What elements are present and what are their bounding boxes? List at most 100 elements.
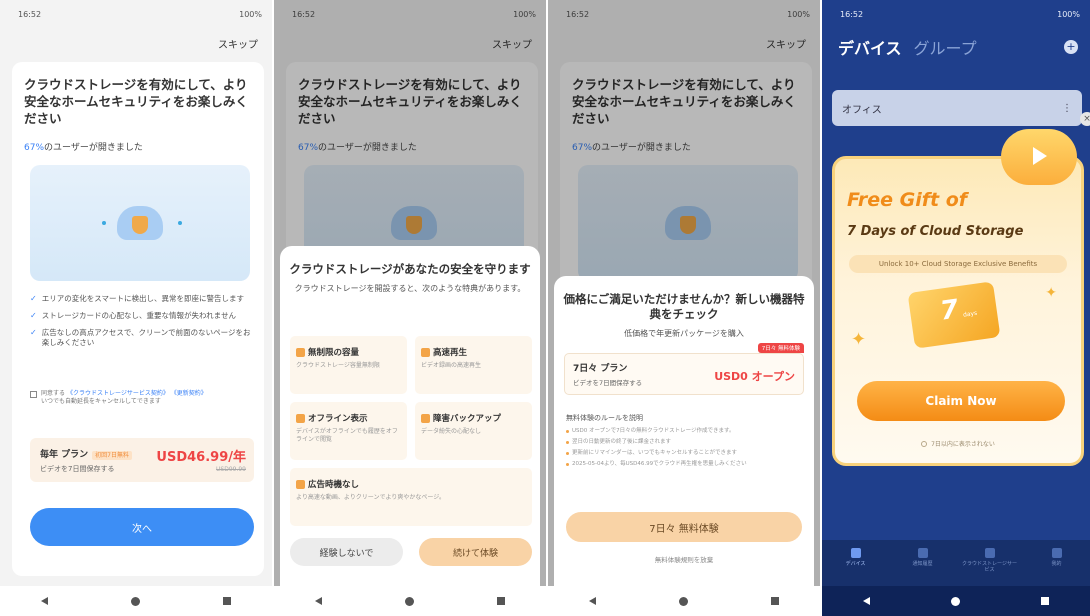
trial-plan-option[interactable]: 7日々 無料体験 7日々 プラン ビデオを7日間保存する USD0 オープン — [564, 343, 804, 395]
device-name: オフィス — [842, 104, 882, 116]
benefit-card: 広告時機なしより高速な動画、よりクリーンでより爽やかなページ。 — [290, 468, 532, 526]
system-nav-bar — [822, 586, 1090, 616]
nav-item-devices[interactable]: デバイス — [828, 548, 884, 567]
more-icon[interactable]: ⋮ — [1062, 103, 1072, 114]
feature-text: 広告なしの高点アクセスで、クリーンで前面のないページをお楽しみください — [41, 328, 251, 347]
rule-item: 更新前にリマインダーは、いつでもキャンセルすることができます — [566, 450, 802, 457]
storage-icon — [296, 347, 305, 357]
benefit-desc: クラウドストレージ容量無制限 — [296, 362, 380, 369]
tab-devices[interactable]: デバイス — [838, 35, 902, 59]
gift-popup: Free Gift of 7 Days of Cloud Storage Unl… — [832, 129, 1084, 466]
screen-benefits-sheet: 16:52 100% スキップ クラウドストレージを有効にして、より安全なホーム… — [274, 0, 546, 616]
plan-tag: 初回7日無料 — [92, 451, 132, 460]
benefit-desc: より高速な動画、よりクリーンでより爽やかなページ。 — [296, 494, 446, 501]
renewal-contract-link[interactable]: 《更新契約》 — [171, 390, 207, 397]
back-icon[interactable] — [41, 597, 49, 605]
check-icon: ✓ — [30, 328, 37, 337]
playback-icon — [421, 347, 430, 357]
user-icon — [1051, 548, 1062, 558]
device-icon — [850, 548, 861, 558]
system-nav-bar — [0, 586, 272, 616]
back-icon[interactable] — [315, 597, 323, 605]
recents-icon[interactable] — [496, 597, 505, 605]
benefit-desc: ビデオ録画の高速再生 — [421, 362, 482, 369]
home-icon[interactable] — [130, 596, 140, 606]
annual-plan-option[interactable]: 毎年 プラン 初回7日無料 ビデオを7日間保存する USD46.99/年 USD9… — [30, 438, 254, 482]
screen-gift-popup: 16:52 100% デバイス グループ + オフィス ⋮ × Free Gif… — [822, 0, 1090, 616]
continue-trial-button[interactable]: 続けて体験 — [419, 538, 532, 566]
sheet-subtitle: クラウドストレージを開設すると、次のような特典があります。 — [294, 284, 526, 293]
nav-item-notifications[interactable]: 通知履歴 — [895, 548, 951, 567]
claim-now-button[interactable]: Claim Now — [857, 381, 1065, 421]
recents-icon[interactable] — [222, 597, 231, 605]
nav-item-profile[interactable]: 我的 — [1029, 548, 1085, 567]
dont-show-option[interactable]: 7日以内に表示されない — [835, 439, 1081, 448]
sheet-subtitle: 低価格で年更新パッケージを購入 — [624, 329, 744, 338]
plan-name-wrap: 毎年 プラン 初回7日無料 — [40, 447, 132, 460]
recents-icon[interactable] — [1041, 597, 1050, 605]
no-ads-icon — [296, 479, 305, 489]
benefit-card: 無制限の容量 クラウドストレージ容量無制限 — [290, 336, 407, 394]
agree-checkbox[interactable] — [30, 391, 37, 398]
benefit-title: 広告時機なし — [308, 480, 360, 490]
dot-right-icon — [178, 221, 182, 225]
users-text: のユーザーが開きました — [44, 143, 143, 153]
home-icon[interactable] — [678, 596, 688, 606]
agree-prefix: 同意する — [41, 390, 66, 397]
tab-groups[interactable]: グループ — [914, 35, 977, 59]
app-header: デバイス グループ + — [838, 36, 1078, 58]
home-icon[interactable] — [404, 596, 414, 606]
trial-badge: 7日々 無料体験 — [757, 343, 804, 353]
gift-heading: Free Gift of — [847, 189, 968, 211]
back-icon[interactable] — [862, 597, 870, 605]
backup-icon — [421, 413, 430, 423]
plan-subtitle: ビデオを7日間保存する — [573, 379, 643, 387]
system-nav-bar — [274, 586, 546, 616]
sheet-title: クラウドストレージがあなたの安全を守ります — [289, 262, 531, 276]
add-icon[interactable]: + — [1064, 40, 1078, 54]
nav-item-cloud[interactable]: クラウドストレージサービス — [962, 548, 1018, 573]
sparkle-icon: ✦ — [1045, 285, 1057, 301]
next-button[interactable]: 次へ — [30, 508, 254, 546]
home-icon[interactable] — [950, 596, 960, 606]
benefit-grid: 無制限の容量 クラウドストレージ容量無制限 高速再生 ビデオ録画の高速再生 オフライ… — [290, 336, 532, 526]
close-icon[interactable]: × — [1080, 112, 1090, 126]
benefits-sheet: クラウドストレージがあなたの安全を守ります クラウドストレージを開設すると、次の… — [280, 246, 540, 586]
benefit-card: オフライン表示 デバイスがオフラインでも履歴をオフラインで閲覧 — [290, 402, 407, 460]
agreement-text: 同意する 《クラウドストレージサービス契約》 《更新契約》 いつでも自動延長をキ… — [41, 390, 207, 406]
device-row[interactable]: オフィス ⋮ — [832, 90, 1082, 126]
users-stat: 67%のユーザーが開きました — [24, 140, 143, 153]
plan-price: USD46.99/年 — [156, 450, 246, 465]
abandon-trial-link[interactable]: 無料体験規則を放棄 — [554, 554, 814, 564]
nav-label: 我的 — [1051, 561, 1062, 567]
cloud-play-icon — [1001, 129, 1077, 185]
decline-button[interactable]: 経験しないで — [290, 538, 403, 566]
feature-item: ✓ ストレージカードの心配なし、重要な情報が失われません — [30, 311, 254, 321]
skip-button[interactable]: スキップ — [218, 36, 258, 51]
nav-label: 通知履歴 — [912, 561, 933, 567]
status-bar: 16:52 100% — [18, 10, 262, 24]
screen-free-trial-sheet: 16:52 100% スキップ クラウドストレージを有効にして、より安全なホーム… — [548, 0, 820, 616]
check-icon: ✓ — [30, 311, 37, 320]
plan-name: 毎年 プラン — [40, 450, 89, 460]
system-nav-bar — [548, 586, 820, 616]
recents-icon[interactable] — [770, 597, 779, 605]
status-time: 16:52 — [18, 10, 42, 19]
promo-headline: クラウドストレージを有効にして、より安全なホームセキュリティをお楽しみください — [24, 77, 248, 126]
radio-icon[interactable] — [921, 440, 928, 447]
start-trial-button[interactable]: 7日々 無料体験 — [566, 512, 802, 542]
service-contract-link[interactable]: 《クラウドストレージサービス契約》 — [67, 390, 169, 397]
rule-item: 2025-05-04より、毎USD46.99でクラウド再生権を思量しみください — [566, 461, 802, 468]
back-icon[interactable] — [589, 597, 597, 605]
benefit-title: 障害バックアップ — [433, 414, 502, 424]
status-time: 16:52 — [840, 10, 864, 19]
trial-sheet: 価格にご満足いただけませんか？新しい機器特典をチェック 低価格で年更新パッケージ… — [554, 276, 814, 586]
nav-label: デバイス — [845, 561, 866, 567]
nav-label: クラウドストレージサービス — [962, 561, 1017, 573]
agreement: 同意する 《クラウドストレージサービス契約》 《更新契約》 いつでも自動延長をキ… — [30, 390, 252, 406]
users-percent: 67% — [24, 143, 45, 153]
screen-storage-intro: 16:52 100% スキップ クラウドストレージを有効にして、より安全なホーム… — [0, 0, 272, 616]
sheet-actions: 経験しないで 続けて体験 — [290, 538, 532, 566]
status-battery: 100% — [239, 10, 262, 19]
message-icon — [917, 548, 928, 558]
